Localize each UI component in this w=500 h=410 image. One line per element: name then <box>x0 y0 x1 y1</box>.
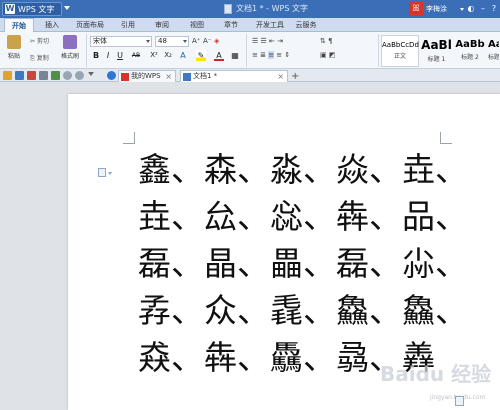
open-icon[interactable] <box>3 71 12 80</box>
my-wps-icon <box>121 73 129 81</box>
borders-button[interactable]: ▣ ◩ <box>320 51 335 59</box>
font-name-select[interactable]: 宋体 <box>90 36 152 47</box>
customize-chevron-icon[interactable] <box>88 72 94 78</box>
tab-references[interactable]: 引用 <box>116 18 140 32</box>
style-sample: Aa <box>488 39 499 50</box>
brush-icon <box>63 35 77 49</box>
margin-mark <box>123 132 135 144</box>
format-painter-button[interactable]: 格式刷 <box>58 35 82 60</box>
tab-insert[interactable]: 插入 <box>40 18 64 32</box>
text-line[interactable]: 磊、晶、畾、磊、尛、 <box>138 246 468 282</box>
user-name[interactable]: 李梅涂 <box>426 4 447 14</box>
bullet-list-button[interactable]: ☰ ☰ ⇤ ⇥ <box>252 37 283 45</box>
cut-label: 剪切 <box>36 38 49 45</box>
style-normal[interactable]: AaBbCcDd 正文 <box>381 35 419 67</box>
style-sample: AaBbCcDd <box>382 41 419 49</box>
minimize-icon[interactable]: – <box>478 3 488 14</box>
font-size-value: 48 <box>158 37 167 45</box>
chevron-down-icon <box>146 40 150 43</box>
tab-view[interactable]: 视图 <box>185 18 209 32</box>
style-label: 标题 <box>488 54 500 61</box>
print-preview-icon[interactable] <box>51 71 60 80</box>
text-line[interactable]: 孨、众、毳、鱻、鱻、 <box>138 293 468 329</box>
align-buttons[interactable]: ≡ ≣ ≡ ≡ ⇕ <box>252 51 290 59</box>
tab-my-wps-label: 我的WPS <box>131 72 161 80</box>
grow-font-button[interactable]: A⁺ <box>192 37 200 45</box>
print-icon[interactable] <box>39 71 48 80</box>
tab-page-layout[interactable]: 页面布局 <box>72 18 108 32</box>
copy-label: 复制 <box>36 55 49 62</box>
italic-button[interactable]: I <box>103 50 113 61</box>
document-map-icon[interactable] <box>455 396 464 406</box>
style-heading1[interactable]: AaBl 标题 1 <box>420 35 453 67</box>
paragraph-handle-icon[interactable] <box>98 168 106 177</box>
skin-icon[interactable]: ◐ <box>466 3 476 14</box>
divider <box>86 34 87 67</box>
font-size-select[interactable]: 48 <box>155 36 189 47</box>
subscript-button[interactable]: X₂ <box>162 50 174 61</box>
underline-button[interactable]: U <box>115 50 125 61</box>
close-icon[interactable]: × <box>165 71 172 82</box>
paste-label: 粘贴 <box>7 53 20 60</box>
menu-tabs: 开始 插入 页面布局 引用 审阅 视图 章节 开发工具 云服务 <box>0 18 500 32</box>
document-icon <box>224 4 232 14</box>
style-sample: AaBl <box>421 38 452 52</box>
divider <box>246 34 247 67</box>
shrink-font-button[interactable]: A⁻ <box>203 37 211 45</box>
document-icon <box>183 73 191 81</box>
format-painter-label: 格式刷 <box>60 53 79 60</box>
font-name-value: 宋体 <box>93 37 107 45</box>
user-avatar[interactable]: ꕤ <box>409 2 423 16</box>
text-line[interactable]: 鑫、森、淼、焱、垚、 <box>138 152 468 188</box>
tab-cloud[interactable]: 云服务 <box>292 18 320 32</box>
margin-mark <box>440 132 452 144</box>
tab-developer[interactable]: 开发工具 <box>252 18 288 32</box>
style-title[interactable]: Aa 标题 <box>487 35 500 67</box>
watermark: Baidu 经验 <box>380 362 492 386</box>
strikethrough-button[interactable]: AB <box>129 50 143 61</box>
tab-review[interactable]: 审阅 <box>150 18 174 32</box>
text-line[interactable]: 垚、厽、惢、犇、品、 <box>138 199 468 235</box>
copy-button[interactable]: ⎘ 复制 <box>30 53 49 63</box>
style-sample: AaBb <box>455 39 485 50</box>
tab-section[interactable]: 章节 <box>219 18 243 32</box>
title-bar: W WPS 文字 文档1 * - WPS 文字 ꕤ 李梅涂 ◐ – ? <box>0 0 500 18</box>
wps-logo-icon: W <box>5 4 15 14</box>
tab-home[interactable]: 开始 <box>4 18 34 32</box>
highlight-button[interactable]: ✎ <box>196 50 206 61</box>
font-color-button[interactable]: A <box>214 50 224 61</box>
window-title: 文档1 * - WPS 文字 <box>236 4 308 13</box>
tab-document1-label: 文档1 * <box>193 72 218 80</box>
sort-button[interactable]: ⇅ ¶ <box>320 37 333 45</box>
char-shading-button[interactable]: ▦ <box>230 50 240 61</box>
new-tab-button[interactable]: + <box>291 71 299 82</box>
app-menu-button[interactable]: W WPS 文字 <box>2 2 62 16</box>
style-label: 标题 1 <box>427 56 446 63</box>
text-effect-button[interactable]: A <box>178 50 188 61</box>
close-icon[interactable]: × <box>277 71 284 82</box>
bold-button[interactable]: B <box>91 50 101 61</box>
paste-icon <box>7 35 21 49</box>
app-name: WPS 文字 <box>18 4 55 14</box>
undo-icon[interactable] <box>63 71 72 80</box>
divider <box>378 34 379 67</box>
user-menu-chevron-icon[interactable] <box>460 8 464 11</box>
redo-icon[interactable] <box>75 71 84 80</box>
paste-button[interactable]: 粘贴 <box>4 35 24 60</box>
chevron-down-icon <box>183 40 187 43</box>
chevron-down-icon[interactable] <box>108 172 112 175</box>
save-icon[interactable] <box>15 71 24 80</box>
tab-document1[interactable]: 文档1 * × <box>180 70 288 82</box>
cut-button[interactable]: ✂ 剪切 <box>30 36 49 45</box>
style-label: 正文 <box>393 53 406 60</box>
help-icon[interactable]: ? <box>489 3 499 14</box>
clear-format-button[interactable]: ◈ <box>214 37 219 45</box>
wps-cloud-icon[interactable] <box>107 71 116 80</box>
style-heading2[interactable]: AaBb 标题 2 <box>454 35 486 67</box>
tab-my-wps[interactable]: 我的WPS × <box>118 70 176 82</box>
style-label: 标题 2 <box>461 54 479 61</box>
superscript-button[interactable]: X² <box>148 50 160 61</box>
app-menu-chevron-icon[interactable] <box>64 6 70 10</box>
export-pdf-icon[interactable] <box>27 71 36 80</box>
